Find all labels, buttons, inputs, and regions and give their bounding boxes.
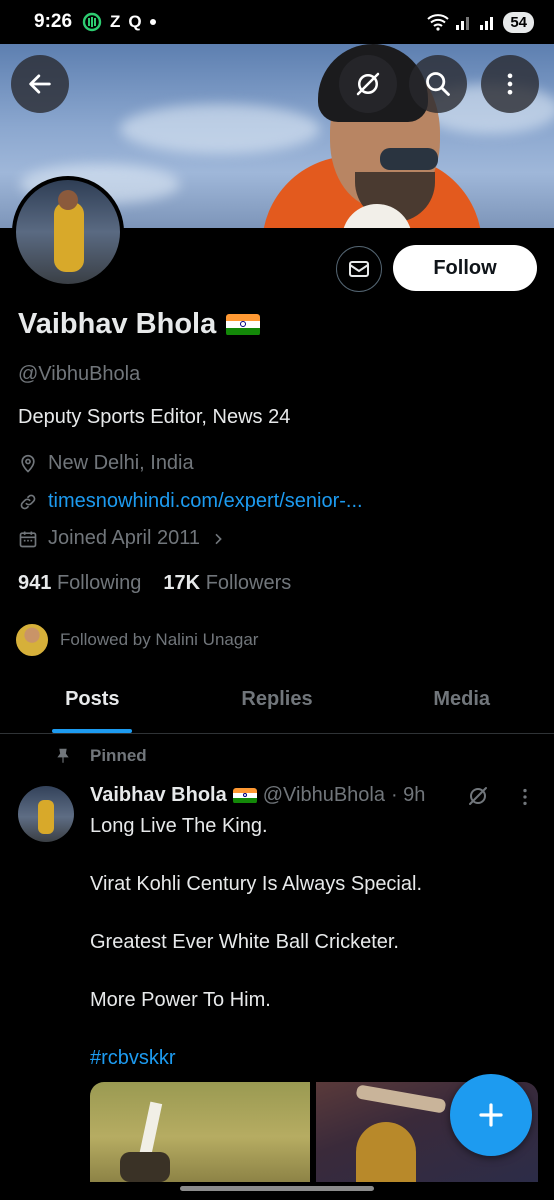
followed-by-text: Followed by Nalini Unagar xyxy=(60,630,259,649)
profile-name: Vaibhav Bhola xyxy=(18,308,217,340)
post-text-line: Long Live The King. xyxy=(90,815,268,837)
pin-icon xyxy=(57,748,69,763)
post-author-name[interactable]: Vaibhav Bhola xyxy=(90,784,227,807)
post-more-icon[interactable] xyxy=(514,786,536,808)
joined-text: Joined April 2011 xyxy=(48,527,200,549)
profile-name-row: Vaibhav Bhola xyxy=(18,308,261,341)
status-dot-icon xyxy=(149,19,156,25)
location-text: New Delhi, India xyxy=(48,452,194,474)
more-button[interactable] xyxy=(481,55,539,113)
profile-website[interactable]: timesnowhindi.com/expert/senior-... xyxy=(18,490,363,513)
followers-stat[interactable]: 17K Followers xyxy=(163,572,291,595)
chevron-right-icon xyxy=(215,533,222,544)
status-bar: 9:26 Z Q 54 xyxy=(0,0,554,44)
status-time: 9:26 xyxy=(34,11,73,32)
tab-media[interactable]: Media xyxy=(369,672,554,733)
post-text-line: Virat Kohli Century Is Always Special. xyxy=(90,873,423,895)
follow-stats: 941 Following 17K Followers xyxy=(18,572,291,595)
location-pin-icon xyxy=(21,454,35,473)
website-link[interactable]: timesnowhindi.com/expert/senior-... xyxy=(48,490,363,513)
message-button[interactable] xyxy=(336,246,382,292)
signal-icon-2 xyxy=(480,17,494,30)
post-time: · 9h xyxy=(390,784,426,806)
grok-icon xyxy=(356,72,380,96)
pinned-label: Pinned xyxy=(54,746,147,766)
post-text-line: More Power To Him. xyxy=(90,989,271,1011)
mail-icon xyxy=(349,261,369,277)
link-icon xyxy=(20,494,36,509)
post-author-handle[interactable]: @VibhuBhola xyxy=(263,784,385,807)
search-icon xyxy=(426,72,450,96)
back-button[interactable] xyxy=(11,55,69,113)
calendar-icon xyxy=(19,531,37,547)
post-author-avatar[interactable] xyxy=(18,786,74,842)
tab-replies[interactable]: Replies xyxy=(185,672,370,733)
post-hashtag[interactable]: #rcbvskkr xyxy=(90,1047,176,1070)
following-stat[interactable]: 941 Following xyxy=(18,572,141,595)
profile-location: New Delhi, India xyxy=(18,452,194,475)
signal-icon xyxy=(456,17,470,30)
post-media-image-1[interactable] xyxy=(90,1082,310,1182)
profile-bio: Deputy Sports Editor, News 24 xyxy=(18,406,291,428)
status-right: 54 xyxy=(427,11,534,33)
search-button[interactable] xyxy=(409,55,467,113)
plus-icon xyxy=(479,1103,503,1127)
post-text-line: Greatest Ever White Ball Cricketer. xyxy=(90,931,399,953)
india-flag-icon xyxy=(232,787,257,804)
compose-button[interactable] xyxy=(450,1074,532,1156)
follower-avatar xyxy=(14,622,50,658)
home-indicator[interactable] xyxy=(180,1186,374,1191)
app-notification-icon xyxy=(82,12,102,32)
tab-posts[interactable]: Posts xyxy=(0,672,185,733)
profile-avatar[interactable] xyxy=(12,176,124,288)
status-glyph-q: Q xyxy=(128,12,142,31)
profile-tabs: Posts Replies Media xyxy=(0,672,554,734)
follow-button[interactable]: Follow xyxy=(393,245,537,291)
battery-indicator: 54 xyxy=(503,11,534,33)
wifi-icon xyxy=(427,14,449,31)
back-arrow-icon xyxy=(29,74,51,94)
more-vertical-icon xyxy=(507,73,513,95)
followed-by[interactable]: Followed by Nalini Unagar xyxy=(14,622,258,658)
post-header: Vaibhav Bhola @VibhuBhola · 9h xyxy=(90,784,425,807)
status-glyph-z: Z xyxy=(110,12,121,31)
status-left-icons: Z Q xyxy=(82,12,156,32)
profile-joined[interactable]: Joined April 2011 xyxy=(18,527,226,550)
profile-handle: @VibhuBhola xyxy=(18,363,141,385)
grok-icon[interactable] xyxy=(466,784,490,808)
grok-button[interactable] xyxy=(339,55,397,113)
india-flag-icon xyxy=(226,313,261,336)
